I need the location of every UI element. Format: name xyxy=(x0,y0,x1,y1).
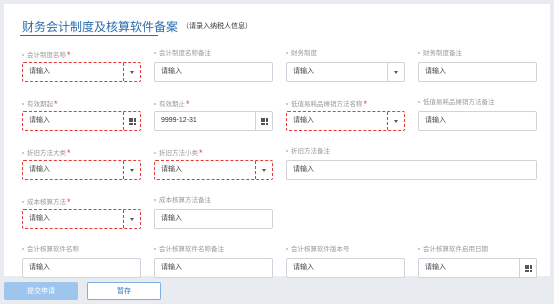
field-low-value-amortization-method: 低值易耗品摊销方法名称* 请输入 xyxy=(286,98,405,131)
chevron-down-icon xyxy=(394,70,398,74)
field-depreciation-subcategory: 折旧方法小类* 请输入 xyxy=(154,147,273,180)
dropdown-toggle[interactable] xyxy=(387,63,404,81)
accounting-system-remark-input[interactable]: 请输入 xyxy=(154,62,273,82)
field-software-version: 会计核算软件版本号 请输入 xyxy=(286,245,405,278)
field-label: 低值易耗品摊销方法备注 xyxy=(423,99,495,106)
field-label: 会计核算软件名称备注 xyxy=(159,246,224,253)
calendar-button[interactable] xyxy=(519,259,536,277)
field-amortization-method-remark: 低值易耗品摊销方法备注 请输入 xyxy=(418,98,537,131)
required-mark: * xyxy=(67,148,71,158)
calendar-icon xyxy=(260,117,268,125)
input-placeholder: 请输入 xyxy=(425,117,446,124)
depreciation-category-select[interactable]: 请输入 xyxy=(22,160,141,180)
input-value: 9999-12-31 xyxy=(161,117,197,124)
cost-accounting-remark-input[interactable]: 请输入 xyxy=(154,209,273,229)
submit-application-button[interactable]: 提交申请 xyxy=(4,282,78,300)
chevron-down-icon xyxy=(130,168,134,172)
field-label: 会计核算软件版本号 xyxy=(291,246,350,253)
required-mark: * xyxy=(186,99,190,109)
dropdown-toggle[interactable] xyxy=(255,161,272,179)
select-placeholder: 请输入 xyxy=(161,166,182,173)
input-placeholder: 请输入 xyxy=(293,166,314,173)
software-name-input[interactable]: 请输入 xyxy=(22,258,141,278)
dropdown-toggle[interactable] xyxy=(123,210,140,228)
field-software-name-remark: 会计核算软件名称备注 请输入 xyxy=(154,245,273,278)
software-name-remark-input[interactable]: 请输入 xyxy=(154,258,273,278)
field-financial-system: 财务制度 请输入 xyxy=(286,49,405,82)
dropdown-toggle[interactable] xyxy=(387,112,404,130)
input-placeholder: 请输入 xyxy=(425,264,446,271)
page-title: 财务会计制度及核算软件备案 （请录入纳税人信息） xyxy=(22,20,253,34)
depreciation-subcategory-select[interactable]: 请输入 xyxy=(154,160,273,180)
field-label: 有效期起 xyxy=(27,101,53,108)
field-label: 折旧方法备注 xyxy=(291,148,330,155)
select-placeholder: 请输入 xyxy=(29,215,50,222)
field-label: 折旧方法小类 xyxy=(159,150,198,157)
valid-from-date-input[interactable]: 请输入 xyxy=(22,111,141,131)
cost-accounting-method-select[interactable]: 请输入 xyxy=(22,209,141,229)
required-mark: * xyxy=(54,99,58,109)
calendar-icon xyxy=(524,264,532,272)
field-valid-from: 有效期起* 请输入 xyxy=(22,98,141,131)
input-placeholder: 请输入 xyxy=(293,264,314,271)
calendar-button[interactable] xyxy=(255,112,272,130)
page-subtitle: （请录入纳税人信息） xyxy=(182,23,253,30)
input-placeholder: 请输入 xyxy=(161,68,182,75)
valid-to-date-input[interactable]: 9999-12-31 xyxy=(154,111,273,131)
field-depreciation-category: 折旧方法大类* 请输入 xyxy=(22,147,141,180)
field-label: 会计核算软件名称 xyxy=(27,246,79,253)
chevron-down-icon xyxy=(130,217,134,221)
field-label: 会计制度名称 xyxy=(27,52,66,59)
select-placeholder: 请输入 xyxy=(293,117,314,124)
title-underline xyxy=(20,35,158,36)
software-start-date-input[interactable]: 请输入 xyxy=(418,258,537,278)
input-placeholder: 请输入 xyxy=(425,68,446,75)
field-cost-accounting-method: 成本核算方法* 请输入 xyxy=(22,196,141,229)
select-placeholder: 请输入 xyxy=(293,68,314,75)
required-mark: * xyxy=(199,148,203,158)
input-placeholder: 请输入 xyxy=(161,264,182,271)
field-software-start-date: 会计核算软件启用日期 请输入 xyxy=(418,245,537,278)
input-placeholder: 请输入 xyxy=(29,264,50,271)
dropdown-toggle[interactable] xyxy=(123,161,140,179)
field-label: 财务制度备注 xyxy=(423,50,462,57)
field-label: 有效期止 xyxy=(159,101,185,108)
financial-system-remark-input[interactable]: 请输入 xyxy=(418,62,537,82)
amortization-method-select[interactable]: 请输入 xyxy=(286,111,405,131)
calendar-icon xyxy=(128,117,136,125)
software-version-input[interactable]: 请输入 xyxy=(286,258,405,278)
calendar-button[interactable] xyxy=(123,112,140,130)
required-mark: * xyxy=(363,99,368,109)
field-accounting-system-remark: 会计制度名称备注 请输入 xyxy=(154,49,273,82)
field-depreciation-remark: 折旧方法备注 请输入 xyxy=(286,147,537,180)
depreciation-remark-input[interactable]: 请输入 xyxy=(286,160,537,180)
input-placeholder: 请输入 xyxy=(161,215,182,222)
required-mark: * xyxy=(67,197,71,207)
field-label: 成本核算方法备注 xyxy=(159,197,211,204)
select-placeholder: 请输入 xyxy=(29,166,50,173)
field-accounting-system-name: 会计制度名称* 请输入 xyxy=(22,49,141,82)
form-card: 财务会计制度及核算软件备案 （请录入纳税人信息） 会计制度名称* 请输入 会计制度… xyxy=(4,4,550,278)
required-mark: * xyxy=(67,50,71,60)
chevron-down-icon xyxy=(262,168,266,172)
field-valid-to: 有效期止* 9999-12-31 xyxy=(154,98,273,131)
select-placeholder: 请输入 xyxy=(29,68,50,75)
save-draft-button[interactable]: 暂存 xyxy=(87,282,161,300)
field-label: 折旧方法大类 xyxy=(27,150,66,157)
accounting-system-name-select[interactable]: 请输入 xyxy=(22,62,141,82)
field-label: 会计制度名称备注 xyxy=(159,50,211,57)
amortization-method-remark-input[interactable]: 请输入 xyxy=(418,111,537,131)
chevron-down-icon xyxy=(394,119,398,123)
chevron-down-icon xyxy=(130,70,134,74)
field-label: 低值易耗品摊销方法名称 xyxy=(291,101,363,108)
dropdown-toggle[interactable] xyxy=(123,63,140,81)
field-cost-accounting-remark: 成本核算方法备注 请输入 xyxy=(154,196,273,229)
field-label: 成本核算方法 xyxy=(27,199,66,206)
field-software-name: 会计核算软件名称 请输入 xyxy=(22,245,141,278)
field-financial-system-remark: 财务制度备注 请输入 xyxy=(418,49,537,82)
field-label: 财务制度 xyxy=(291,50,317,57)
input-placeholder: 请输入 xyxy=(29,117,50,124)
field-label: 会计核算软件启用日期 xyxy=(423,246,488,253)
financial-system-select[interactable]: 请输入 xyxy=(286,62,405,82)
